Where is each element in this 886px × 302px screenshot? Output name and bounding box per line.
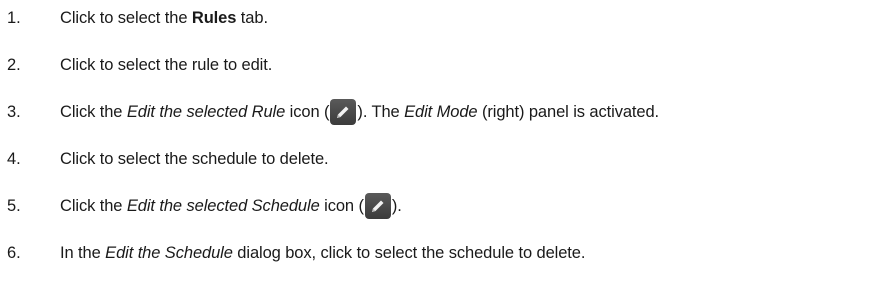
step-number: 3. [7,102,21,121]
edit-schedule-dialog-label: Edit the Schedule [105,243,233,262]
step-text-part: tab. [236,8,268,27]
step-number: 6. [7,243,21,262]
rules-tab-label: Rules [191,8,237,27]
edit-schedule-icon-label: Edit the selected Schedule [126,196,320,215]
step-text-part: Click to select the [60,8,192,27]
step-text-part: Click the [60,102,127,121]
step-number: 1. [7,8,21,27]
step-text-part: Click to select the schedule to delete. [60,149,329,168]
step-text-part: Click to select the rule to edit. [60,55,273,74]
step-number: 2. [7,55,21,74]
step-text-part: In the [60,243,106,262]
step-text: Click to select the schedule to delete. [60,150,329,169]
step-text-part: icon ( [285,102,330,121]
edit-rule-icon-label: Edit the selected Rule [126,102,286,121]
step-text: Click to select the Rules tab. [60,9,268,28]
pencil-edit-icon [364,193,391,219]
step-text-part: icon ( [319,196,364,215]
step-text: Click to select the rule to edit. [60,56,272,75]
step-text: In the Edit the Schedule dialog box, cli… [60,244,585,263]
edit-mode-label: Edit Mode [404,102,478,121]
step-text-part: ). [391,196,402,215]
step-text: Click the Edit the selected Schedule ico… [60,193,402,219]
step-number: 4. [7,149,21,168]
step-text: Click the Edit the selected Rule icon ()… [60,99,659,125]
step-text-part: ). The [357,102,405,121]
step-text-part: (right) panel is activated. [477,102,660,121]
step-text-part: Click the [60,196,127,215]
pencil-edit-icon [330,99,357,125]
step-number: 5. [7,196,21,215]
step-text-part: dialog box, click to select the schedule… [232,243,586,262]
